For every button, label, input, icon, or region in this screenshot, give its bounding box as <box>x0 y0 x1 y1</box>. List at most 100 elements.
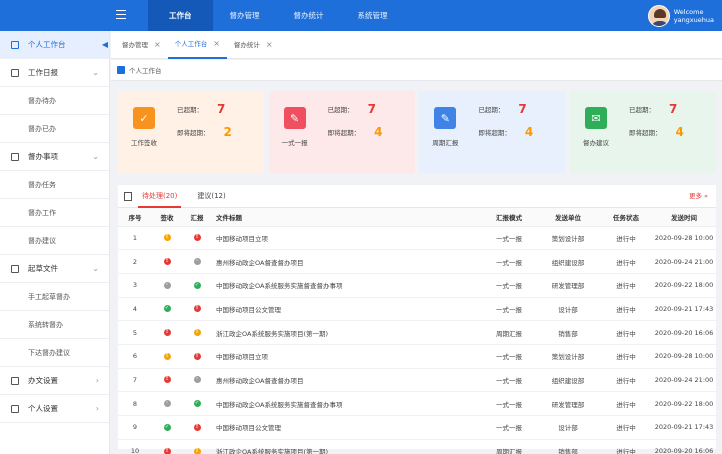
table-row[interactable]: 7! · 惠州移动政企OA督查督办项目 一式一报 组织建设部 进行中 2020-09-24 … <box>118 368 716 393</box>
collapse-sidebar-icon[interactable]: ◀ <box>102 31 108 59</box>
cell-unit: 设计部 <box>536 415 600 440</box>
tab-2[interactable]: 督办统计 × <box>227 31 280 59</box>
table-row[interactable]: 8 · ✓ 中国移动政企OA系统服务实施督查督办事项 一式一报 研发管理部 进行中 2020-… <box>118 391 716 416</box>
cell-sign: ! <box>152 344 182 369</box>
stat-card-0[interactable]: ✓ 工作签收 已超期： 7 即将超期： 2 <box>118 91 264 173</box>
sidebar-subitem-5[interactable]: 督办任务 <box>0 171 109 199</box>
table-row[interactable]: 2! · 惠州移动政企OA督查督办项目 一式一报 组织建设部 进行中 2020-09-24 … <box>118 249 716 274</box>
card-icon-box: ✎ 一式一报 <box>269 91 321 173</box>
cell-unit: 组织建设部 <box>536 249 600 274</box>
cell-title[interactable]: 惠州移动政企OA督查督办项目 <box>212 249 482 274</box>
table-row[interactable]: 3 · ✓ 中国移动政企OA系统服务实施督查督办事项 一式一报 研发管理部 进行中 2020-… <box>118 273 716 298</box>
sidebar-item-0[interactable]: 个人工作台 ◀ <box>0 31 109 59</box>
menu-toggle-icon[interactable] <box>116 10 126 20</box>
cell-sign: ! <box>152 320 182 345</box>
card-icon: ✎ <box>434 107 457 129</box>
table-row[interactable]: 4 ✓! 中国移动项目公文管理 一式一报 设计部 进行中 2020-09-21 17:43 <box>118 297 716 322</box>
sidebar-item-label: 办文设置 <box>28 376 58 385</box>
table-row[interactable]: 5!! 浙江政企OA系统服务实施项目(第一期) 周期汇报 销售部 进行中 2020-09-… <box>118 320 716 345</box>
cell-unit: 销售部 <box>536 439 600 454</box>
table-row[interactable]: 10!! 浙江政企OA系统服务实施项目(第一期) 周期汇报 销售部 进行中 2020-09… <box>118 439 716 454</box>
cell-title[interactable]: 惠州移动政企OA督查督办项目 <box>212 368 482 393</box>
nav-supervision-manage[interactable]: 督办管理 <box>213 0 277 31</box>
stat-card-1[interactable]: ✎ 一式一报 已超期： 7 即将超期： 4 <box>268 91 415 173</box>
cell-title[interactable]: 浙江政企OA系统服务实施项目(第一期) <box>212 439 482 454</box>
sidebar-item-8[interactable]: 起草文件 ⌄ <box>0 255 109 283</box>
user-menu[interactable]: Welcome yangxuehua <box>647 3 714 28</box>
sign-status-icon: ! <box>163 258 171 266</box>
tab-suggestions[interactable]: 建议(12) <box>193 185 229 208</box>
tab-0[interactable]: 督办管理 × <box>115 31 168 59</box>
cell-report: ! <box>182 297 212 322</box>
sidebar-subitem-9[interactable]: 手工起草督办 <box>0 283 109 311</box>
soon-stat: 即将超期： 2 <box>177 125 232 139</box>
cell-no: 4 <box>118 297 152 322</box>
sidebar-item-12[interactable]: 办文设置 › <box>0 367 109 395</box>
sidebar-subitem-6[interactable]: 督办工作 <box>0 199 109 227</box>
cell-status: 进行中 <box>600 415 652 440</box>
tab-pending[interactable]: 待处理(20) <box>138 185 182 208</box>
sidebar-subitem-10[interactable]: 系统转督办 <box>0 311 109 339</box>
cell-title[interactable]: 中国移动项目公文管理 <box>212 415 482 440</box>
cell-mode: 一式一报 <box>482 226 536 251</box>
cell-report: ! <box>182 344 212 369</box>
close-icon[interactable]: × <box>213 30 220 58</box>
cell-sign: ! <box>152 226 182 251</box>
stat-card-3[interactable]: ✉ 督办建议 已超期： 7 即将超期： 4 <box>569 91 716 173</box>
sidebar-subitem-3[interactable]: 督办已办 <box>0 115 109 143</box>
table-row[interactable]: 9 ✓! 中国移动项目公文管理 一式一报 设计部 进行中 2020-09-21 17:43 <box>118 415 716 440</box>
list-icon <box>11 153 19 161</box>
stat-card-2[interactable]: ✎ 周期汇报 已超期： 7 即将超期： 4 <box>419 91 566 173</box>
soon-label: 即将超期： <box>478 129 511 137</box>
breadcrumb-icon <box>117 66 125 74</box>
card-icon: ✎ <box>283 107 306 129</box>
edit-icon <box>11 265 19 273</box>
nav-workbench[interactable]: 工作台 <box>148 0 213 31</box>
cell-no: 9 <box>118 415 152 440</box>
cell-unit: 设计部 <box>536 297 600 322</box>
table-row[interactable]: 6!! 中国移动项目立项 一式一报 策划设计部 进行中 2020-09-28 10:00 <box>118 344 716 369</box>
sidebar-item-13[interactable]: 个人设置 › <box>0 395 109 423</box>
sidebar-item-4[interactable]: 督办事项 ⌄ <box>0 143 109 171</box>
cell-unit: 策划设计部 <box>536 344 600 369</box>
col-status: 任务状态 <box>600 208 652 227</box>
cell-report: ✓ <box>182 273 212 298</box>
cell-report: ! <box>182 415 212 440</box>
cell-time: 2020-09-22 18:00 <box>652 273 716 298</box>
soon-stat: 即将超期： 4 <box>629 125 684 139</box>
breadcrumb-text: 个人工作台 <box>129 67 162 75</box>
sidebar-subitem-11[interactable]: 下达督办建议 <box>0 339 109 367</box>
cell-title[interactable]: 中国移动项目立项 <box>212 226 482 251</box>
cell-title[interactable]: 中国移动政企OA系统服务实施督查督办事项 <box>212 273 482 298</box>
overdue-count: 7 <box>367 102 377 116</box>
cell-title[interactable]: 中国移动项目立项 <box>212 344 482 369</box>
nav-supervision-stats[interactable]: 督办统计 <box>277 0 341 31</box>
cell-title[interactable]: 中国移动项目公文管理 <box>212 297 482 322</box>
sidebar-item-1[interactable]: 工作日报 ⌄ <box>0 59 109 87</box>
close-icon[interactable]: × <box>266 31 273 59</box>
cell-unit: 策划设计部 <box>536 226 600 251</box>
cell-time: 2020-09-28 10:00 <box>652 226 716 251</box>
nav-system-manage[interactable]: 系统管理 <box>341 0 405 31</box>
overdue-stat: 已超期： 7 <box>328 102 376 116</box>
col-title: 文件标题 <box>212 208 482 227</box>
table-row[interactable]: 1!! 中国移动项目立项 一式一报 策划设计部 进行中 2020-09-28 10:00 <box>118 226 716 251</box>
cell-status: 进行中 <box>600 320 652 345</box>
more-link[interactable]: 更多 » <box>689 185 708 208</box>
report-status-icon: ! <box>193 329 201 337</box>
cell-mode: 一式一报 <box>482 415 536 440</box>
tab-1[interactable]: 个人工作台 × <box>167 30 227 59</box>
cell-title[interactable]: 浙江政企OA系统服务实施项目(第一期) <box>212 320 482 345</box>
report-status-icon: ! <box>193 352 201 360</box>
cell-time: 2020-09-22 18:00 <box>652 391 716 416</box>
close-icon[interactable]: × <box>154 31 161 59</box>
panel-tabs: 待处理(20) 建议(12) 更多 » <box>118 185 716 208</box>
cell-title[interactable]: 中国移动政企OA系统服务实施督查督办事项 <box>212 391 482 416</box>
sidebar-subitem-2[interactable]: 督办待办 <box>0 87 109 115</box>
report-status-icon: ! <box>193 423 201 431</box>
document-icon <box>124 191 132 201</box>
avatar[interactable] <box>647 4 670 27</box>
tab-bar: 督办管理 × 个人工作台 × 督办统计 × <box>111 31 722 59</box>
sidebar-subitem-7[interactable]: 督办建议 <box>0 227 109 255</box>
soon-count: 2 <box>223 125 232 139</box>
